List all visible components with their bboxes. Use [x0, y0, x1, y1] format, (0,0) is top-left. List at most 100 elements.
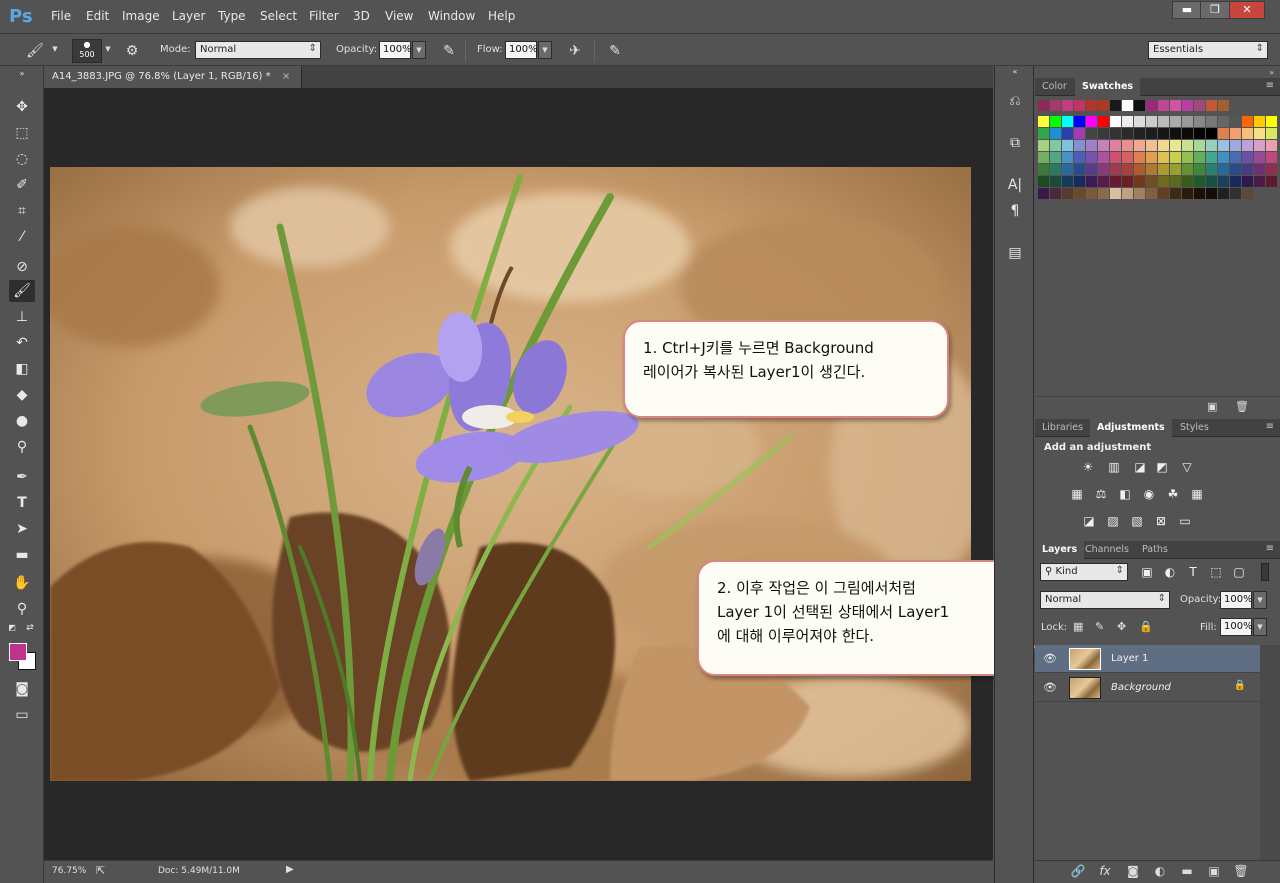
color-swatch[interactable] — [1182, 152, 1193, 163]
color-swatch[interactable] — [1134, 128, 1145, 139]
black-white-icon[interactable]: ◧ — [1116, 486, 1134, 502]
lock-transparency-icon[interactable]: ▦ — [1073, 620, 1083, 633]
blend-mode-select[interactable]: Normal — [1040, 591, 1170, 609]
layer-name[interactable]: Layer 1 — [1111, 653, 1148, 664]
color-swatch[interactable] — [1242, 116, 1253, 127]
color-swatch[interactable] — [1038, 164, 1049, 175]
layer-opacity-chevron-icon[interactable]: ▼ — [1253, 591, 1267, 609]
color-swatch[interactable] — [1038, 188, 1049, 199]
default-colors-icon[interactable]: ◩ — [6, 622, 18, 634]
color-swatch[interactable] — [1194, 152, 1205, 163]
color-swatch[interactable] — [1218, 188, 1229, 199]
color-swatch[interactable] — [1110, 128, 1121, 139]
color-swatch[interactable] — [1230, 176, 1241, 187]
color-swatch[interactable] — [1074, 140, 1085, 151]
color-swatch[interactable] — [1050, 176, 1061, 187]
color-swatch[interactable] — [1050, 164, 1061, 175]
new-layer-icon[interactable]: ▣ — [1204, 861, 1224, 881]
color-swatch[interactable] — [1086, 128, 1097, 139]
color-swatch[interactable] — [1242, 128, 1253, 139]
blur-tool-icon[interactable]: ● — [9, 410, 35, 432]
opacity-field[interactable]: 100% — [379, 41, 412, 59]
swatches-grid[interactable] — [1038, 100, 1278, 210]
curves-icon[interactable]: ◪ — [1131, 459, 1149, 475]
character-panel-icon[interactable]: A| — [1002, 174, 1028, 196]
color-swatch[interactable] — [1266, 164, 1277, 175]
color-swatch[interactable] — [1266, 128, 1277, 139]
paint-bucket-tool-icon[interactable]: ◆ — [9, 384, 35, 406]
color-swatch[interactable] — [1182, 140, 1193, 151]
zoom-level[interactable]: 76.75% — [52, 866, 86, 876]
levels-icon[interactable]: ▥ — [1105, 459, 1123, 475]
color-lookup-icon[interactable]: ▦ — [1188, 486, 1206, 502]
flow-slider-chevron-icon[interactable]: ▼ — [538, 41, 552, 59]
layer-opacity-field[interactable]: 100% — [1220, 591, 1253, 609]
add-mask-icon[interactable]: ◙ — [1123, 861, 1143, 881]
crop-tool-icon[interactable]: ⌗ — [9, 200, 35, 222]
color-swatch[interactable] — [1098, 188, 1109, 199]
layers-scrollbar[interactable] — [1260, 645, 1280, 860]
color-swatch[interactable] — [1038, 128, 1049, 139]
color-swatch[interactable] — [1170, 152, 1181, 163]
color-swatch[interactable] — [1134, 188, 1145, 199]
paragraph-panel-icon[interactable]: ¶ — [1002, 200, 1028, 222]
vibrance-icon[interactable]: ▽ — [1178, 459, 1196, 475]
color-swatch[interactable] — [1098, 140, 1109, 151]
lasso-tool-icon[interactable]: ◌ — [9, 148, 35, 170]
airbrush-icon[interactable]: ✈ — [564, 40, 586, 62]
color-swatch[interactable] — [1050, 128, 1061, 139]
flow-field[interactable]: 100% — [505, 41, 538, 59]
panel-menu-icon[interactable]: ≡ — [1266, 543, 1274, 554]
filter-toggle[interactable] — [1261, 563, 1269, 581]
invert-icon[interactable]: ◪ — [1080, 513, 1098, 529]
color-swatch[interactable] — [1098, 116, 1109, 127]
pressure-opacity-icon[interactable]: ✎ — [438, 40, 460, 62]
properties-panel-icon[interactable]: ⧉ — [1002, 132, 1028, 154]
color-swatch[interactable] — [1146, 188, 1157, 199]
layer-name[interactable]: Background — [1111, 682, 1171, 693]
color-swatch[interactable] — [1134, 140, 1145, 151]
color-swatch[interactable] — [1062, 164, 1073, 175]
color-swatch[interactable] — [1050, 100, 1061, 111]
color-swatch[interactable] — [1218, 164, 1229, 175]
color-swatch[interactable] — [1242, 164, 1253, 175]
color-swatch[interactable] — [1098, 100, 1109, 111]
color-swatch[interactable] — [1170, 128, 1181, 139]
share-icon[interactable]: ⇱ — [96, 864, 105, 877]
tab-libraries[interactable]: Libraries — [1035, 419, 1090, 437]
color-swatch[interactable] — [1086, 140, 1097, 151]
color-swatch[interactable] — [1146, 128, 1157, 139]
color-swatch[interactable] — [1146, 116, 1157, 127]
color-swatch[interactable] — [1230, 128, 1241, 139]
color-swatch[interactable] — [1122, 128, 1133, 139]
color-swatch[interactable] — [1158, 128, 1169, 139]
hue-saturation-icon[interactable]: ▦ — [1068, 486, 1086, 502]
color-swatch[interactable] — [1122, 100, 1133, 111]
color-swatch[interactable] — [1158, 188, 1169, 199]
tool-preset-chevron-icon[interactable]: ▼ — [50, 41, 60, 59]
menu-help[interactable]: Help — [488, 9, 515, 23]
color-swatch[interactable] — [1134, 100, 1145, 111]
color-swatch[interactable] — [1254, 128, 1265, 139]
color-swatch[interactable] — [1062, 152, 1073, 163]
swap-colors-icon[interactable]: ⇄ — [24, 622, 36, 634]
collapse-tools-icon[interactable]: » — [9, 70, 35, 78]
color-swatch[interactable] — [1146, 176, 1157, 187]
menu-3d[interactable]: 3D — [353, 9, 370, 23]
color-swatch[interactable] — [1146, 100, 1157, 111]
fill-field[interactable]: 100% — [1220, 618, 1253, 636]
color-swatch[interactable] — [1218, 128, 1229, 139]
color-swatch[interactable] — [1206, 140, 1217, 151]
color-swatch[interactable] — [1110, 140, 1121, 151]
tab-paths[interactable]: Paths — [1135, 541, 1175, 559]
status-menu-arrow-icon[interactable]: ▶ — [286, 864, 294, 875]
info-panel-icon[interactable]: ▤ — [1002, 242, 1028, 264]
color-swatch[interactable] — [1158, 176, 1169, 187]
color-swatch[interactable] — [1254, 140, 1265, 151]
color-swatch[interactable] — [1170, 164, 1181, 175]
pressure-size-icon[interactable]: ✎ — [604, 40, 626, 62]
color-swatch[interactable] — [1206, 100, 1217, 111]
clone-stamp-tool-icon[interactable]: ⊥ — [9, 306, 35, 328]
link-layers-icon[interactable]: 🔗 — [1068, 861, 1088, 881]
brush-tool-icon[interactable]: 🖌 — [9, 280, 35, 302]
